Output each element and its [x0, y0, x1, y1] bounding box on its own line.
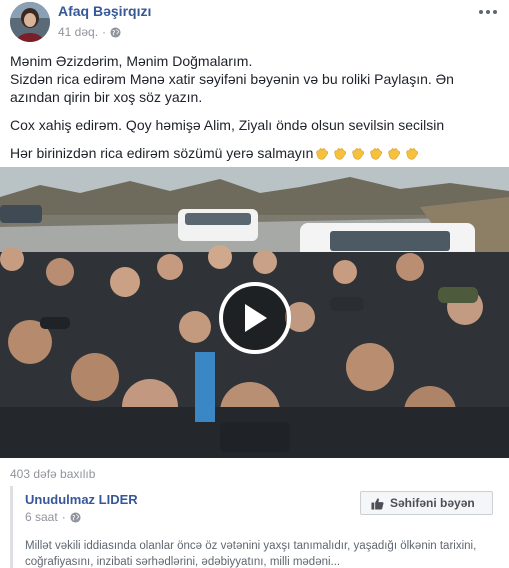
post-author-name[interactable]: Afaq Bəşirqızı	[58, 3, 151, 19]
globe-icon[interactable]	[70, 511, 81, 523]
avatar[interactable]	[10, 2, 50, 42]
post-text: Mənim Əzizdərim, Mənim Doğmalarım. Sizdə…	[10, 52, 500, 162]
post-timestamp[interactable]: 41 dəq.	[58, 25, 98, 39]
post-text-line: Hər birinizdən rica edirəm sözümü yerə s…	[10, 144, 500, 162]
play-icon[interactable]	[219, 282, 291, 354]
post-meta: 41 dəq. ·	[58, 25, 121, 39]
globe-icon[interactable]	[110, 26, 121, 38]
shared-post: Unudulmaz LIDER 6 saat · Səhifəni bəyən …	[10, 486, 509, 568]
post-text-line: Sizdən rica edirəm Mənə xatir səyifəni b…	[10, 71, 454, 105]
post-text-line: Cox xahiş edirəm. Qoy həmişə Alim, Ziyal…	[10, 117, 445, 133]
post-text-line: Mənim Əzizdərim, Mənim Doğmalarım.	[10, 53, 253, 69]
more-options-icon[interactable]	[477, 4, 499, 20]
video-player[interactable]	[0, 167, 509, 458]
clapping-hands-icon	[352, 148, 365, 160]
clapping-hands-icon	[406, 148, 419, 160]
post-header: Afaq Bəşirqızı 41 dəq. ·	[0, 0, 509, 46]
thumbs-up-icon	[371, 497, 384, 510]
clapping-hands-icon	[388, 148, 401, 160]
shared-meta: 6 saat ·	[25, 510, 81, 524]
clapping-hands-icon	[334, 148, 347, 160]
shared-text: Millət vəkili iddiasında olanlar öncə öz…	[25, 540, 477, 568]
like-page-button[interactable]: Səhifəni bəyən	[360, 491, 493, 515]
clapping-hands-icon	[370, 148, 383, 160]
clapping-hands-icon	[316, 148, 329, 160]
shared-timestamp[interactable]: 6 saat	[25, 510, 58, 524]
emoji-row	[315, 146, 419, 160]
shared-author-name[interactable]: Unudulmaz LIDER	[25, 492, 138, 507]
view-count: 403 dəfə baxılıb	[10, 467, 96, 481]
like-page-label: Səhifəni bəyən	[390, 496, 475, 510]
